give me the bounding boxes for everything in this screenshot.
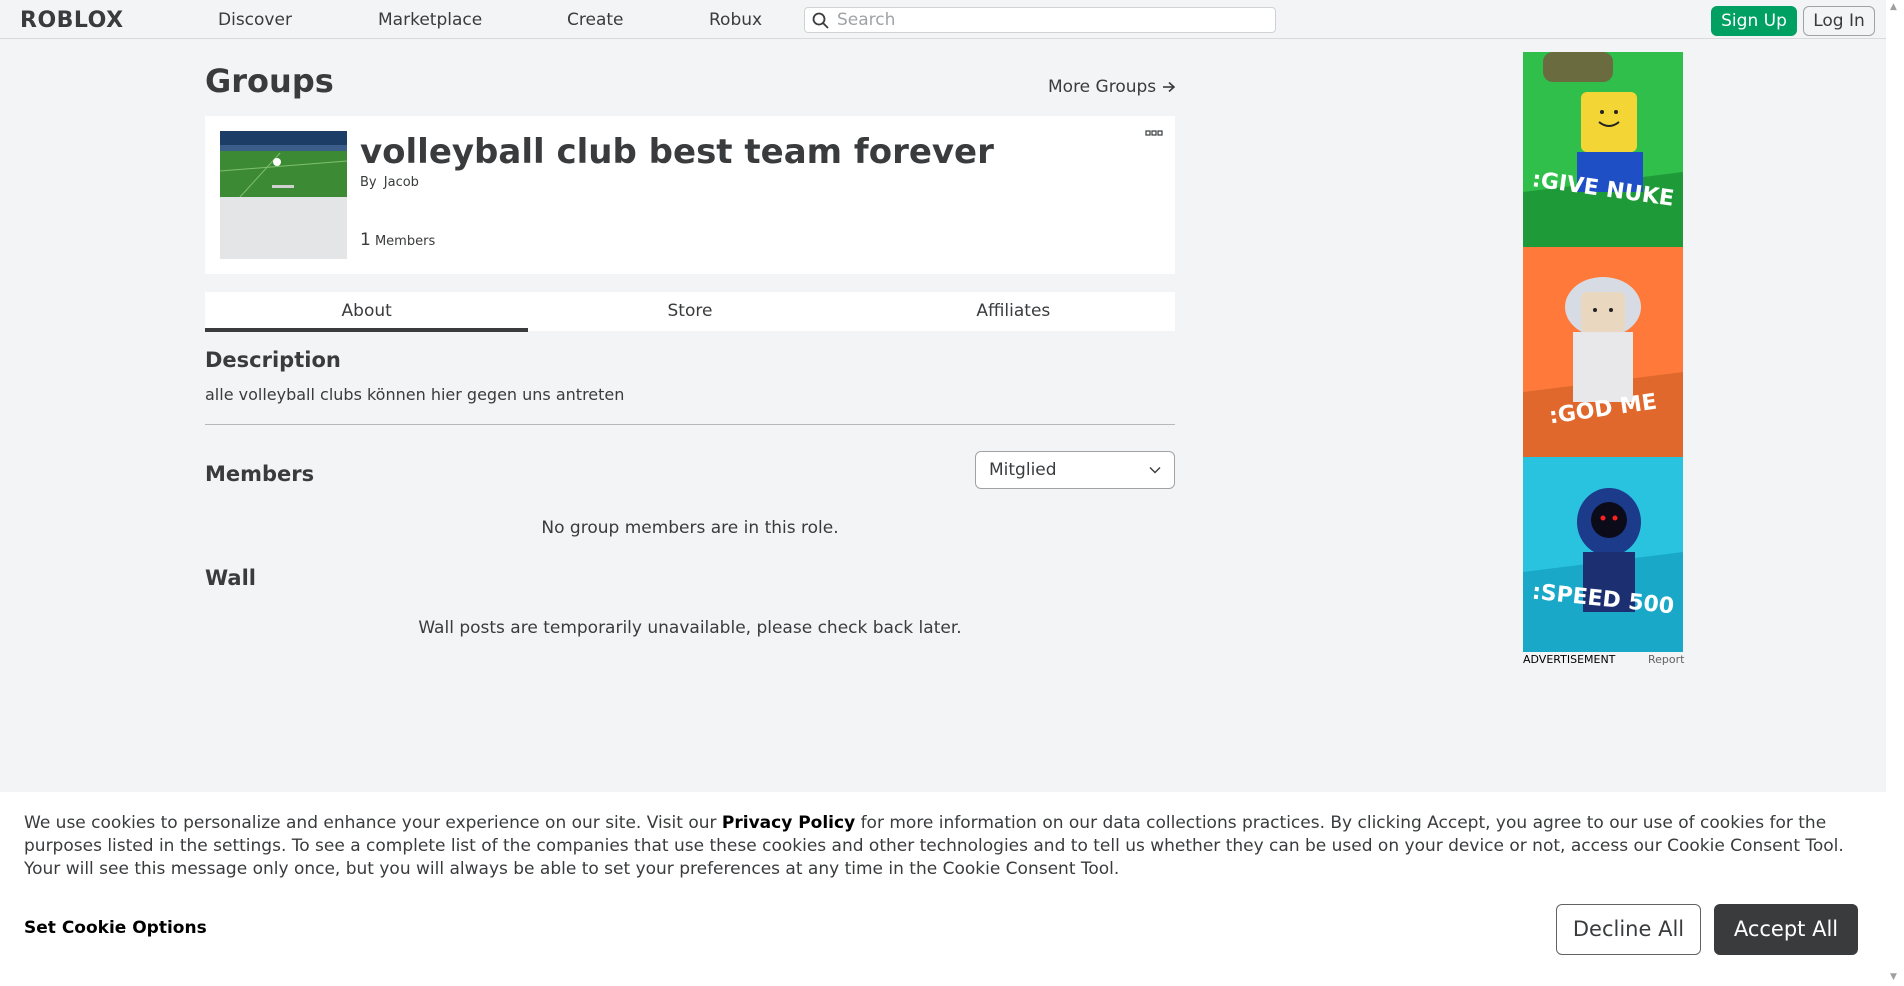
wall-heading: Wall: [205, 566, 256, 590]
decline-all-button[interactable]: Decline All: [1556, 904, 1701, 955]
ad-report-link[interactable]: Report: [1648, 653, 1684, 666]
tab-store[interactable]: Store: [528, 292, 851, 331]
arrow-right-icon: [1162, 81, 1175, 93]
group-owner-link[interactable]: Jacob: [384, 175, 419, 190]
tab-affiliates[interactable]: Affiliates: [852, 292, 1175, 331]
group-tabs: About Store Affiliates: [205, 292, 1175, 332]
scroll-down-icon[interactable]: ▼: [1890, 972, 1897, 982]
advertisement-label: ADVERTISEMENT: [1523, 653, 1616, 666]
more-groups-label: More Groups: [1048, 77, 1157, 97]
group-name: volleyball club best team forever: [360, 132, 994, 172]
more-options-icon[interactable]: [1145, 130, 1163, 138]
nav-create-link[interactable]: Create: [567, 10, 624, 30]
cookie-message: We use cookies to personalize and enhanc…: [24, 812, 1854, 881]
description-text: alle volleyball clubs können hier gegen …: [205, 385, 625, 404]
tab-about[interactable]: About: [205, 292, 529, 332]
sign-up-button[interactable]: Sign Up: [1711, 6, 1797, 36]
scroll-up-icon[interactable]: ▲: [1890, 2, 1897, 12]
search-box: [804, 7, 1276, 33]
more-groups-link[interactable]: More Groups: [1048, 77, 1176, 97]
chevron-down-icon: [1149, 467, 1161, 474]
page-title: Groups: [205, 62, 334, 100]
advertisement-banner[interactable]: :GIVE NUKE :GOD ME :SPEED 500: [1523, 52, 1683, 652]
log-in-button[interactable]: Log In: [1803, 6, 1875, 36]
nav-discover-link[interactable]: Discover: [218, 10, 292, 30]
nav-robux-link[interactable]: Robux: [709, 10, 762, 30]
group-card: volleyball club best team forever By Jac…: [205, 116, 1175, 274]
role-select-value: Mitglied: [989, 460, 1057, 480]
roblox-logo[interactable]: ROBLOX: [20, 8, 140, 33]
group-thumbnail: [220, 131, 347, 259]
member-count: 1 Members: [360, 230, 435, 250]
by-prefix: By: [360, 175, 377, 190]
privacy-policy-link[interactable]: Privacy Policy: [722, 813, 855, 833]
nav-marketplace-link[interactable]: Marketplace: [378, 10, 482, 30]
cookie-banner: We use cookies to personalize and enhanc…: [0, 792, 1886, 986]
member-count-number: 1: [360, 230, 371, 250]
wall-empty-message: Wall posts are temporarily unavailable, …: [418, 618, 962, 638]
logo-text: ROBLOX: [20, 8, 124, 30]
scrollbar[interactable]: ▲ ▼: [1886, 0, 1904, 986]
section-divider: [205, 424, 1175, 425]
members-empty-message: No group members are in this role.: [541, 518, 839, 538]
search-icon[interactable]: [812, 12, 830, 30]
cookie-text-before: We use cookies to personalize and enhanc…: [24, 813, 722, 833]
members-heading: Members: [205, 462, 315, 486]
top-nav: ROBLOX Discover Marketplace Create Robux…: [0, 0, 1886, 39]
group-owner-line: By Jacob: [360, 175, 419, 190]
accept-all-button[interactable]: Accept All: [1714, 904, 1858, 955]
search-input[interactable]: [837, 8, 1267, 32]
role-select[interactable]: Mitglied: [975, 451, 1175, 489]
set-cookie-options-link[interactable]: Set Cookie Options: [24, 918, 207, 938]
member-count-label: Members: [374, 234, 436, 249]
description-heading: Description: [205, 348, 341, 372]
